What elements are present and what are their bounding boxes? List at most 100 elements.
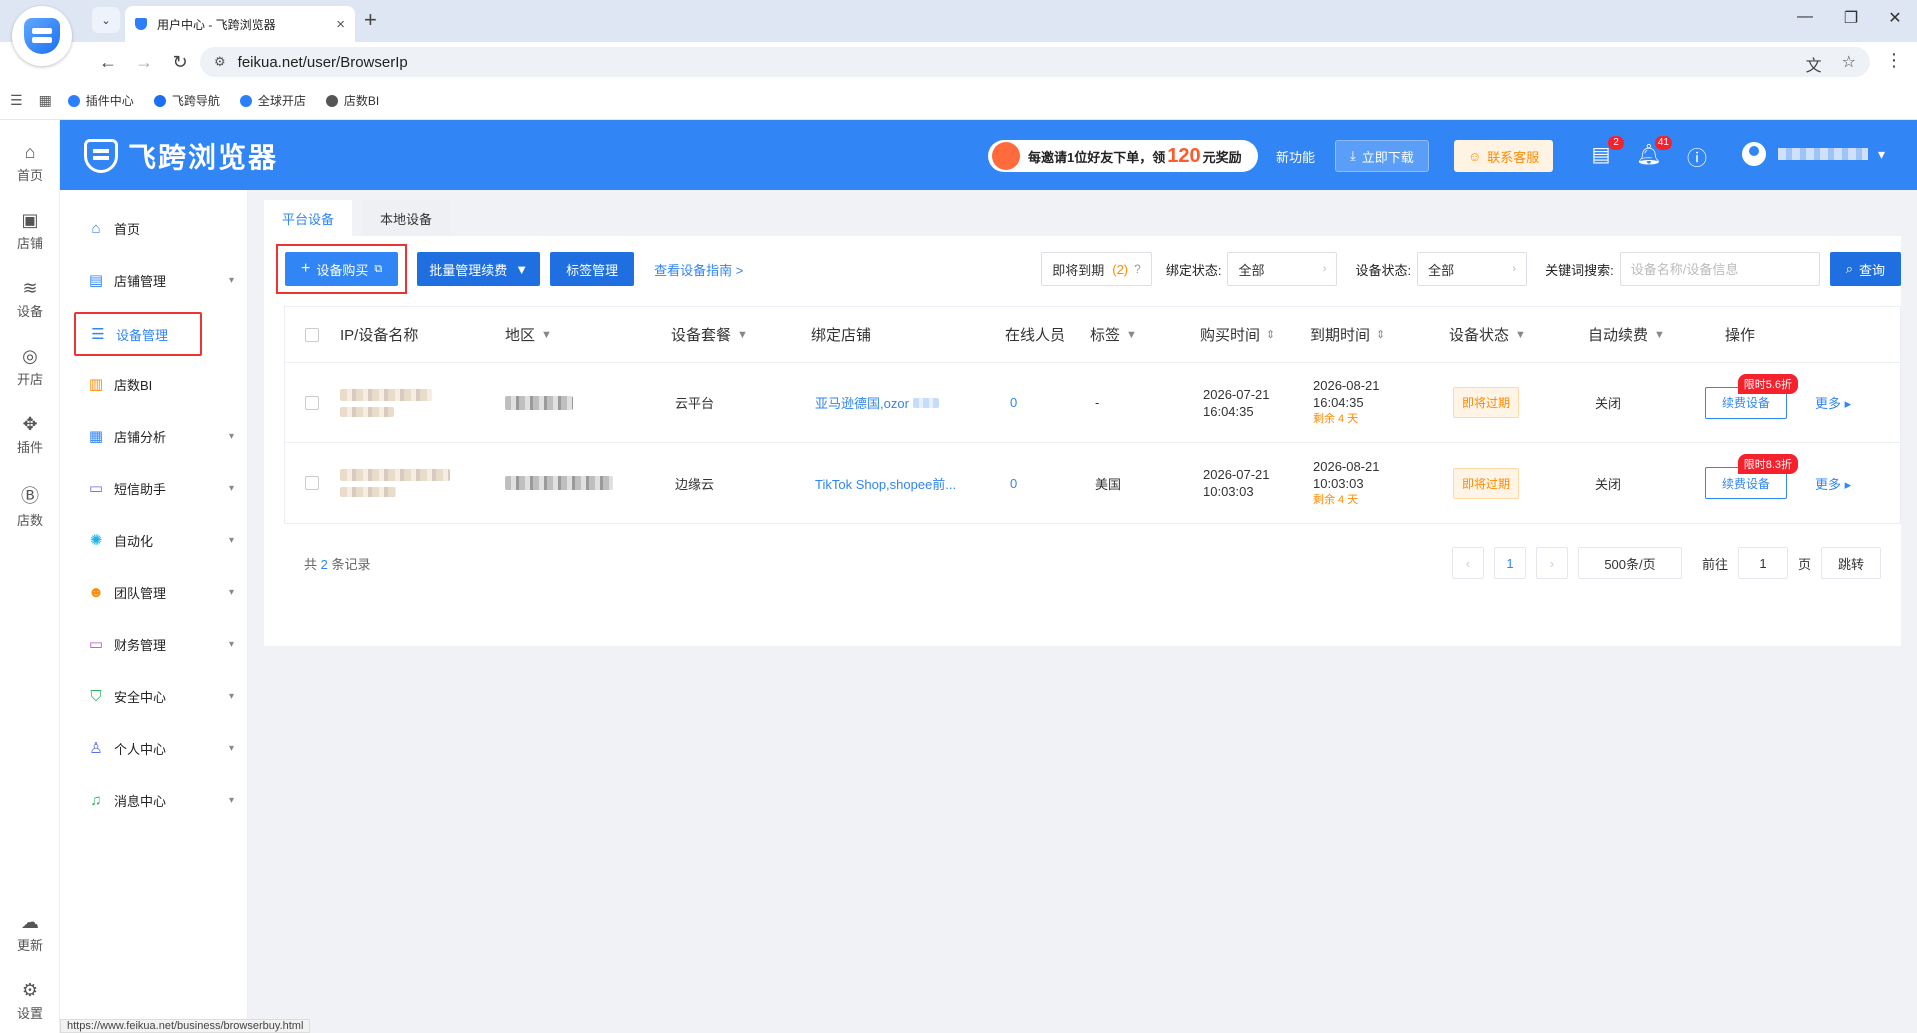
- reload-button[interactable]: ↻: [168, 50, 192, 74]
- row-checkbox[interactable]: [305, 443, 319, 523]
- sidebar-item-messages[interactable]: ♫ 消息中心 ▾: [74, 778, 234, 822]
- new-tab-button[interactable]: +: [364, 6, 377, 34]
- more-actions-link[interactable]: 更多 ▸: [1815, 393, 1851, 412]
- rail-store[interactable]: ▣ 店铺: [0, 210, 60, 252]
- query-button[interactable]: ⌕ 查询: [1829, 252, 1901, 286]
- sidebar-toggle-icon[interactable]: ☰: [10, 92, 23, 109]
- col-expire-time[interactable]: 到期时间 ⇕: [1310, 307, 1385, 362]
- toolbar: + 设备购买 ⧉ 批量管理续费 ▼ 标签管理 查看设备指南 >: [276, 244, 743, 294]
- home-icon: ⌂: [91, 219, 101, 237]
- sidebar-item-bi[interactable]: ▥ 店数BI: [74, 362, 234, 406]
- notification-bell-icon[interactable]: 🔔︎ 41: [1636, 136, 1672, 167]
- sidebar-item-finance[interactable]: ▭ 财务管理 ▾: [74, 622, 234, 666]
- sidebar-item-device-management[interactable]: ☰ 设备管理: [74, 312, 202, 356]
- online-cell[interactable]: 0: [1010, 443, 1017, 523]
- renew-device-button[interactable]: 续费设备 限时8.3折: [1705, 454, 1799, 499]
- next-page-button[interactable]: ›: [1535, 547, 1568, 579]
- rail-bi[interactable]: Ⓑ 店数: [0, 482, 60, 529]
- col-region[interactable]: 地区 ▼: [505, 307, 552, 362]
- store-link[interactable]: 亚马逊德国,ozor: [815, 393, 909, 412]
- tab-local-devices[interactable]: 本地设备: [362, 200, 451, 236]
- contact-support-button[interactable]: ☺ 联系客服: [1454, 140, 1554, 172]
- page-size-select[interactable]: 500条/页: [1577, 547, 1682, 579]
- filter-icon[interactable]: ▼: [541, 329, 552, 341]
- user-menu[interactable]: ▾: [1742, 142, 1885, 166]
- online-cell[interactable]: 0: [1010, 363, 1017, 442]
- user-icon: ♙: [89, 740, 103, 757]
- tag-management-button[interactable]: 标签管理: [550, 252, 635, 286]
- bookmark-plugin-center[interactable]: 插件中心: [67, 92, 134, 109]
- batch-renew-button[interactable]: 批量管理续费 ▼: [417, 252, 541, 286]
- rail-update[interactable]: ☁ 更新: [0, 912, 60, 954]
- device-guide-link[interactable]: 查看设备指南 >: [654, 260, 743, 279]
- device-status-select[interactable]: 全部 ›: [1417, 252, 1528, 286]
- tab-close-icon[interactable]: ×: [336, 16, 345, 33]
- buy-device-button[interactable]: + 设备购买 ⧉: [285, 252, 399, 286]
- more-actions-link[interactable]: 更多 ▸: [1815, 474, 1851, 493]
- apps-grid-icon[interactable]: ▦: [39, 92, 52, 109]
- jump-button[interactable]: 跳转: [1821, 547, 1881, 579]
- browser-menu-icon[interactable]: ⋮: [1885, 50, 1903, 71]
- app-logo[interactable]: 飞跨浏览器: [84, 136, 278, 176]
- minimize-button[interactable]: —: [1790, 8, 1820, 26]
- rail-device[interactable]: ≋ 设备: [0, 278, 60, 320]
- rail-settings[interactable]: ⚙ 设置: [0, 980, 60, 1022]
- back-button[interactable]: ←: [96, 50, 120, 74]
- page-number-button[interactable]: 1: [1493, 547, 1526, 579]
- row-checkbox[interactable]: [305, 363, 319, 442]
- store-link[interactable]: TikTok Shop,shopee前...: [815, 474, 956, 493]
- rail-home[interactable]: ⌂ 首页: [0, 142, 60, 184]
- filter-icon[interactable]: ▼: [1515, 329, 1526, 341]
- col-buy-time[interactable]: 购买时间 ⇕: [1200, 307, 1275, 362]
- sidebar-item-automation[interactable]: ✺ 自动化 ▾: [74, 518, 234, 562]
- message-icon[interactable]: ▤ 2: [1588, 136, 1624, 167]
- new-feature-link[interactable]: 新功能: [1276, 147, 1315, 166]
- sidebar-item-store-management[interactable]: ▤ 店铺管理 ▾: [74, 258, 234, 302]
- address-url[interactable]: feikua.net/user/BrowserIp: [238, 54, 408, 71]
- online-count-link[interactable]: 0: [1010, 395, 1017, 410]
- online-count-link[interactable]: 0: [1010, 476, 1017, 491]
- col-device-status[interactable]: 设备状态 ▼: [1449, 307, 1526, 362]
- browser-tab-active[interactable]: 用户中心 - 飞跨浏览器 ×: [125, 6, 355, 42]
- bind-status-select[interactable]: 全部 ›: [1227, 252, 1338, 286]
- help-icon[interactable]: ⓘ: [1684, 142, 1710, 171]
- bookmark-global-store[interactable]: 全球开店: [239, 92, 306, 109]
- filter-icon[interactable]: ▼: [1654, 329, 1665, 341]
- sidebar-item-personal[interactable]: ♙ 个人中心 ▾: [74, 726, 234, 770]
- sidebar-item-home[interactable]: ⌂ 首页: [74, 206, 234, 250]
- prev-page-button[interactable]: ‹: [1451, 547, 1484, 579]
- sidebar-item-security[interactable]: ⛉ 安全中心 ▾: [74, 674, 234, 718]
- filter-icon[interactable]: ▼: [737, 329, 748, 341]
- keyword-search-input[interactable]: [1619, 252, 1820, 286]
- sort-icon[interactable]: ⇕: [1376, 328, 1385, 341]
- filter-icon[interactable]: ▼: [1126, 329, 1137, 341]
- close-window-button[interactable]: ✕: [1880, 8, 1910, 28]
- download-button[interactable]: ⤓ 立即下载: [1335, 140, 1429, 172]
- goto-page-input[interactable]: 1: [1737, 547, 1788, 579]
- col-tag[interactable]: 标签 ▼: [1090, 307, 1137, 362]
- site-info-icon[interactable]: ⚙: [214, 54, 226, 70]
- sidebar-item-team[interactable]: ☻ 团队管理 ▾: [74, 570, 234, 614]
- bookmark-star-icon[interactable]: ☆: [1842, 52, 1856, 76]
- rail-plugin[interactable]: ✥ 插件: [0, 414, 60, 456]
- store-cell[interactable]: 亚马逊德国,ozor: [815, 363, 939, 442]
- renew-device-button[interactable]: 续费设备 限时5.6折: [1705, 373, 1799, 419]
- tab-list-button[interactable]: ⌄: [92, 7, 120, 33]
- sidebar-item-sms[interactable]: ▭ 短信助手 ▾: [74, 466, 234, 510]
- tab-platform-devices[interactable]: 平台设备: [264, 200, 353, 236]
- rail-open-store[interactable]: ◎ 开店: [0, 346, 60, 388]
- store-cell[interactable]: TikTok Shop,shopee前...: [815, 443, 956, 523]
- restore-button[interactable]: ❐: [1836, 8, 1866, 28]
- translate-icon[interactable]: 文: [1806, 52, 1822, 76]
- sort-icon[interactable]: ⇕: [1266, 328, 1275, 341]
- select-all-checkbox[interactable]: [305, 307, 319, 362]
- bookmark-feikua-nav[interactable]: 飞跨导航: [153, 92, 220, 109]
- col-plan[interactable]: 设备套餐 ▼: [671, 307, 748, 362]
- expiring-filter[interactable]: 即将到期 (2) ?: [1041, 252, 1152, 286]
- bookmark-bi[interactable]: 店数BI: [325, 92, 379, 109]
- col-auto-renew[interactable]: 自动续费 ▼: [1588, 307, 1665, 362]
- sidebar-item-store-analysis[interactable]: ▦ 店铺分析 ▾: [74, 414, 234, 458]
- forward-button[interactable]: →: [132, 50, 156, 74]
- invite-promo-banner[interactable]: 每邀请1位好友下单，领 120 元奖励: [988, 140, 1258, 172]
- address-field[interactable]: ⚙ feikua.net/user/BrowserIp 文 ☆: [200, 47, 1870, 77]
